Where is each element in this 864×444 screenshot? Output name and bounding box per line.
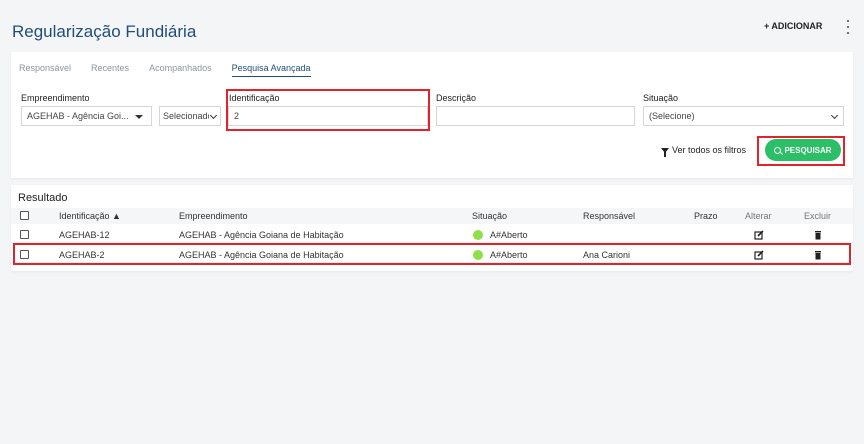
col-identificacao[interactable]: Identificação ▲: [59, 211, 121, 221]
results-title: Resultado: [18, 192, 68, 204]
status-dot: [473, 250, 483, 260]
status-dot: [473, 230, 483, 240]
search-panel: Responsável Recentes Acompanhados Pesqui…: [11, 52, 853, 178]
col-alterar: Alterar: [745, 211, 772, 221]
descricao-label: Descrição: [436, 93, 477, 103]
col-situacao: Situação: [472, 211, 508, 221]
results-panel: Resultado Identificação ▲ Empreendimento…: [11, 185, 853, 271]
row-empreendimento: AGEHAB - Agência Goiana de Habitação: [179, 250, 344, 260]
row-empreendimento: AGEHAB - Agência Goiana de Habitação: [179, 230, 344, 240]
identificacao-input[interactable]: 2: [228, 106, 428, 126]
row-checkbox[interactable]: [20, 230, 29, 239]
tab-responsavel[interactable]: Responsável: [19, 63, 71, 77]
situacao-label: Situação: [643, 93, 679, 103]
col-excluir: Excluir: [804, 211, 832, 221]
row-situacao: A#Aberto: [490, 250, 528, 260]
chevron-down-icon: [830, 111, 839, 120]
row-identificacao: AGEHAB-2: [59, 250, 105, 260]
tab-acompanhados[interactable]: Acompanhados: [149, 63, 212, 77]
identificacao-label: Identificação: [229, 93, 280, 103]
more-options-icon[interactable]: [844, 20, 852, 34]
add-button-label: + ADICIONAR: [764, 21, 823, 31]
table-row[interactable]: AGEHAB-12 AGEHAB - Agência Goiana de Hab…: [11, 227, 853, 243]
trash-icon[interactable]: [813, 250, 823, 260]
empreendimento-value: AGEHAB - Agência Goi...: [27, 111, 129, 121]
search-button[interactable]: PESQUISAR: [765, 139, 841, 161]
col-prazo: Prazo: [694, 211, 718, 221]
all-filters-label: Ver todos os filtros: [672, 145, 747, 155]
row-checkbox[interactable]: [20, 250, 29, 259]
search-button-label: PESQUISAR: [784, 145, 832, 155]
situacao-value: (Selecione): [649, 111, 695, 121]
descricao-input[interactable]: [436, 106, 635, 126]
table-row[interactable]: AGEHAB-2 AGEHAB - Agência Goiana de Habi…: [11, 247, 853, 263]
tab-bar: Responsável Recentes Acompanhados Pesqui…: [19, 63, 311, 77]
search-icon: [774, 146, 782, 154]
row-responsavel: Ana Carioni: [583, 250, 631, 260]
col-responsavel: Responsável: [583, 211, 636, 221]
table-header: Identificação ▲ Empreendimento Situação …: [11, 208, 853, 224]
page-title: Regularização Fundiária: [12, 22, 197, 41]
chevron-down-icon: [209, 111, 218, 120]
add-button[interactable]: + ADICIONAR: [764, 21, 822, 31]
selecionado-select[interactable]: Selecionado: [159, 106, 221, 126]
row-situacao: A#Aberto: [490, 230, 528, 240]
select-all-checkbox[interactable]: [20, 211, 29, 220]
trash-icon[interactable]: [813, 230, 823, 240]
situacao-select[interactable]: (Selecione): [643, 106, 844, 126]
row-identificacao: AGEHAB-12: [59, 230, 110, 240]
all-filters-link[interactable]: Ver todos os filtros: [661, 145, 747, 157]
identificacao-value: 2: [234, 111, 240, 121]
empreendimento-label: Empreendimento: [21, 93, 90, 103]
tab-pesquisa-avancada[interactable]: Pesquisa Avançada: [231, 63, 311, 77]
caret-down-icon: [135, 115, 143, 119]
edit-icon[interactable]: [754, 250, 764, 260]
selecionado-value: Selecionado: [163, 111, 209, 121]
filter-icon: [661, 147, 669, 157]
edit-icon[interactable]: [754, 230, 764, 240]
tab-recentes[interactable]: Recentes: [91, 63, 129, 77]
empreendimento-select[interactable]: AGEHAB - Agência Goi...: [21, 106, 152, 126]
col-empreendimento: Empreendimento: [179, 211, 248, 221]
